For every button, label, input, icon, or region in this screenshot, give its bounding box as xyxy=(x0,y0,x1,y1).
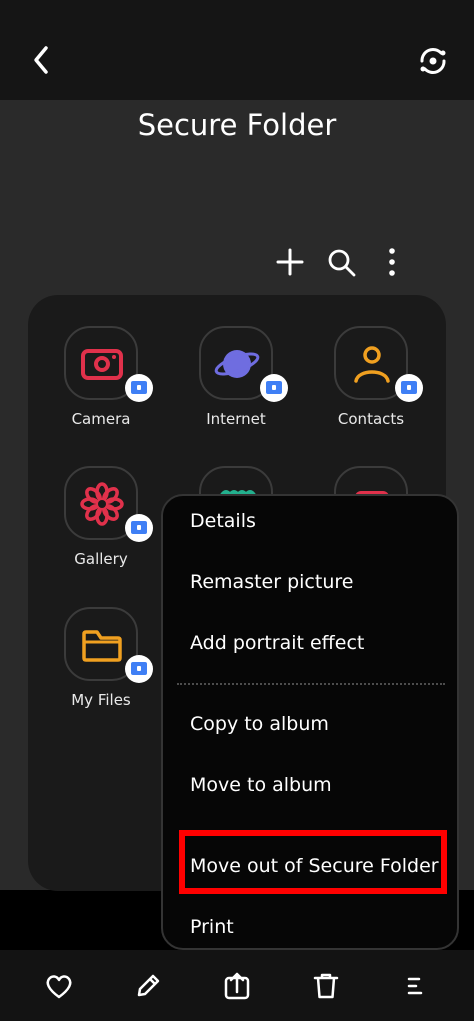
app-label: My Files xyxy=(71,691,131,709)
app-label: Internet xyxy=(206,410,266,428)
menu-item-move-out-of-secure-folder[interactable]: Move out of Secure Folder xyxy=(190,855,439,877)
delete-icon[interactable] xyxy=(311,971,341,1001)
add-icon[interactable] xyxy=(274,244,306,280)
search-icon[interactable] xyxy=(326,244,358,280)
menu-item-move-to-album[interactable]: Move to album xyxy=(190,774,332,796)
internet-icon xyxy=(214,350,260,378)
context-menu: Details Remaster picture Add portrait ef… xyxy=(161,494,459,950)
menu-item-add-portrait-effect[interactable]: Add portrait effect xyxy=(190,632,364,654)
menu-item-copy-to-album[interactable]: Copy to album xyxy=(190,713,329,735)
gallery-flower-icon xyxy=(80,482,124,526)
app-label: Camera xyxy=(71,410,131,428)
app-internet[interactable]: Internet xyxy=(176,326,296,446)
app-label: Gallery xyxy=(74,550,128,568)
back-icon[interactable] xyxy=(28,44,56,76)
app-gallery[interactable]: Gallery xyxy=(41,466,161,586)
menu-item-details[interactable]: Details xyxy=(190,510,256,532)
share-icon[interactable] xyxy=(222,971,252,1001)
more-options-icon[interactable] xyxy=(378,244,406,280)
app-label: Contacts xyxy=(337,410,405,428)
contacts-icon xyxy=(354,346,390,383)
menu-divider xyxy=(177,683,445,685)
secure-badge-icon xyxy=(125,374,153,402)
settings-icon[interactable] xyxy=(416,44,450,78)
app-my-files[interactable]: My Files xyxy=(41,607,161,727)
page-title: Secure Folder xyxy=(137,108,337,142)
folder-icon xyxy=(82,630,122,662)
secure-badge-icon xyxy=(395,374,423,402)
favorite-icon[interactable] xyxy=(44,971,74,1001)
menu-icon[interactable] xyxy=(400,971,430,1001)
top-bar xyxy=(0,0,474,100)
menu-item-remaster-picture[interactable]: Remaster picture xyxy=(190,571,353,593)
secure-badge-icon xyxy=(260,374,288,402)
secure-badge-icon xyxy=(125,655,153,683)
app-camera[interactable]: Camera xyxy=(41,326,161,446)
edit-icon[interactable] xyxy=(133,971,163,1001)
menu-item-print[interactable]: Print xyxy=(190,916,234,938)
secure-badge-icon xyxy=(125,514,153,542)
app-contacts[interactable]: Contacts xyxy=(311,326,431,446)
camera-icon xyxy=(81,349,123,380)
